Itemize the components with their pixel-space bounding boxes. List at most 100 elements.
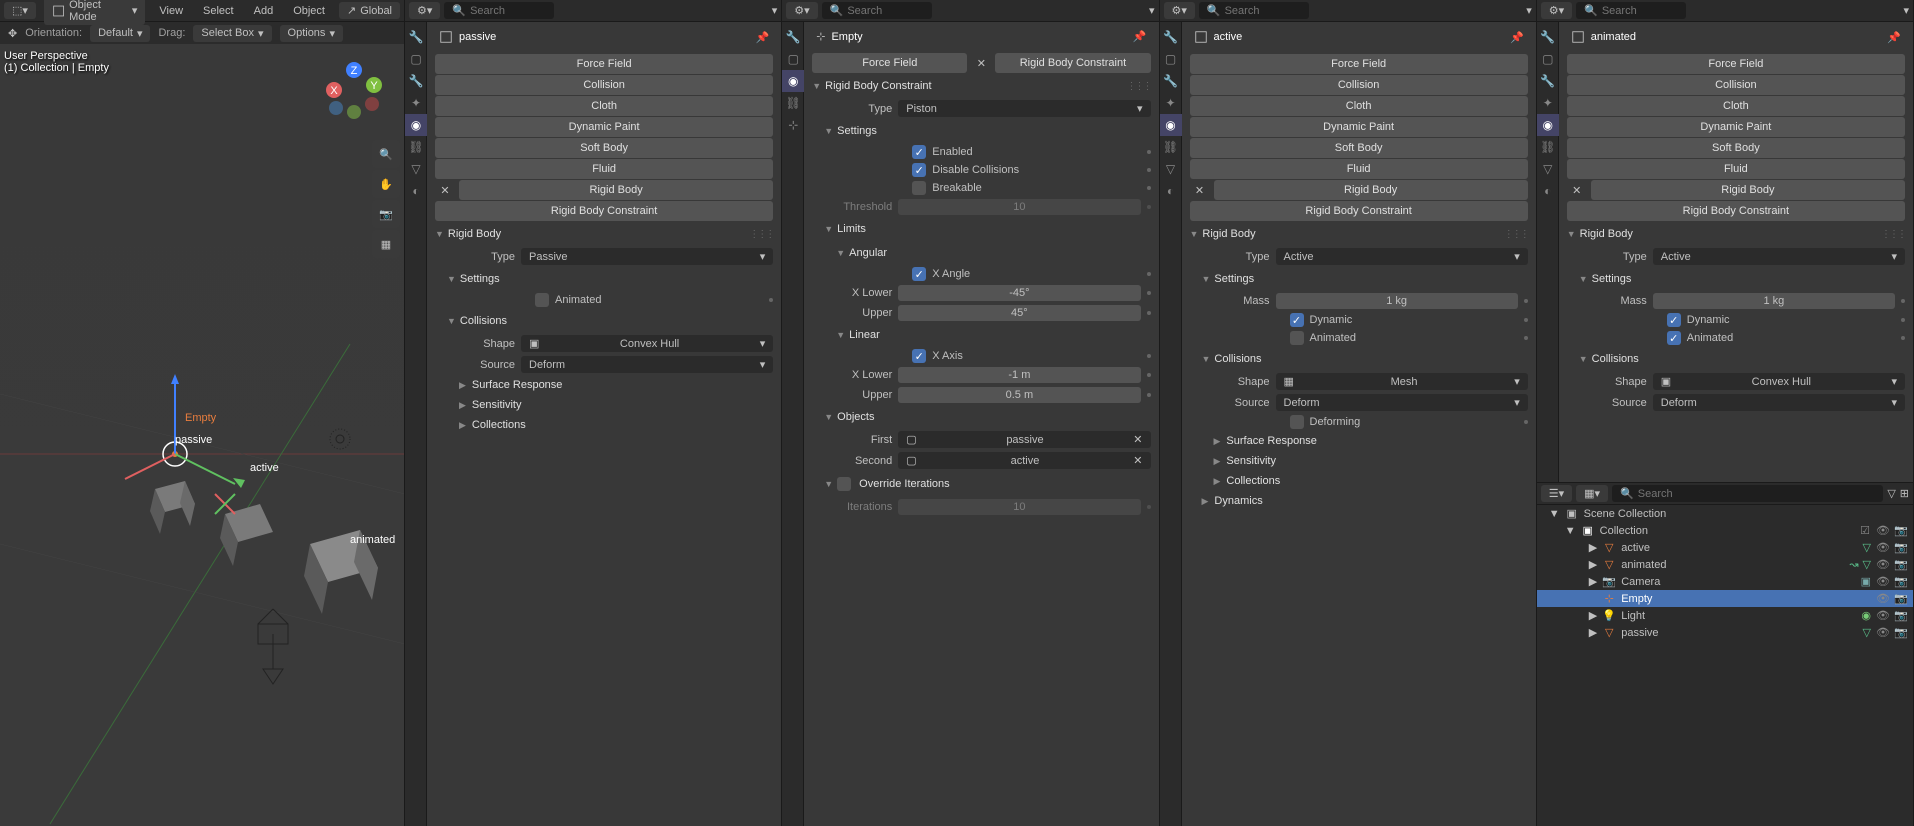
tab-tool-icon[interactable]: 🔧	[1537, 26, 1559, 48]
section-surface-response[interactable]: ▶Surface Response	[435, 375, 773, 395]
btn-rigid-body[interactable]: Rigid Body	[1591, 180, 1905, 200]
eye-icon[interactable]: 👁	[1875, 558, 1891, 571]
editor-icon[interactable]: ⚙▾	[409, 2, 440, 19]
animated-checkbox[interactable]: ✓	[1667, 331, 1681, 345]
eye-icon[interactable]: 👁	[1875, 524, 1891, 537]
outliner-item-passive[interactable]: ▶ ▽ passive ▽ 👁📷	[1537, 624, 1913, 641]
section-collisions[interactable]: ▼Collisions	[435, 309, 773, 333]
btn-dynamic-paint[interactable]: Dynamic Paint	[435, 117, 773, 137]
editor-icon[interactable]: ☰▾	[1541, 485, 1572, 502]
section-dynamics[interactable]: ▶Dynamics	[1190, 491, 1528, 511]
section-collisions[interactable]: ▼Collisions	[1567, 347, 1905, 371]
tab-particle-icon[interactable]: ✦	[1537, 92, 1559, 114]
btn-collision[interactable]: Collision	[1567, 75, 1905, 95]
render-icon[interactable]: 📷	[1893, 558, 1909, 571]
render-icon[interactable]: 📷	[1893, 609, 1909, 622]
options-icon[interactable]: ▾	[772, 4, 778, 17]
render-icon[interactable]: 📷	[1893, 575, 1909, 588]
shape-dropdown[interactable]: ▣ Convex Hull▾	[521, 335, 773, 352]
search-input[interactable]	[847, 5, 907, 17]
btn-force-field[interactable]: Force Field	[435, 54, 773, 74]
section-settings[interactable]: ▼Settings	[812, 119, 1150, 143]
enabled-checkbox[interactable]: ✓	[912, 145, 926, 159]
tab-wrench-icon[interactable]: 🔧	[1160, 70, 1182, 92]
section-sensitivity[interactable]: ▶Sensitivity	[435, 395, 773, 415]
drag-value[interactable]: Select Box ▾	[193, 25, 271, 42]
btn-collision[interactable]: Collision	[435, 75, 773, 95]
btn-cloth[interactable]: Cloth	[1190, 96, 1528, 116]
tab-data-icon[interactable]: ⊹	[782, 114, 804, 136]
tab-particle-icon[interactable]: ✦	[405, 92, 427, 114]
tab-material-icon[interactable]: ◐	[405, 180, 427, 202]
search-input[interactable]	[1638, 488, 1876, 500]
section-settings[interactable]: ▼Settings	[435, 267, 773, 291]
section-constraint[interactable]: ▼Rigid Body Constraint⋮⋮⋮	[812, 74, 1150, 98]
render-icon[interactable]: 📷	[1893, 592, 1909, 605]
menu-view[interactable]: View	[153, 3, 189, 19]
tab-constraint-icon[interactable]: ⛓	[782, 92, 804, 114]
eye-icon[interactable]: 👁	[1875, 609, 1891, 622]
btn-soft-body[interactable]: Soft Body	[1567, 138, 1905, 158]
animated-checkbox[interactable]	[535, 293, 549, 307]
tab-tool-icon[interactable]: 🔧	[405, 26, 427, 48]
mode-selector[interactable]: Object Mode ▾	[44, 0, 145, 25]
source-dropdown[interactable]: Deform▾	[1653, 394, 1905, 411]
animated-checkbox[interactable]	[1290, 331, 1304, 345]
section-settings[interactable]: ▼Settings	[1190, 267, 1528, 291]
second-dropdown[interactable]: ▢ active✕	[898, 452, 1150, 469]
tab-render-icon[interactable]: ▢	[1160, 48, 1182, 70]
pin-icon[interactable]: 📌	[1510, 31, 1524, 44]
section-surface-response[interactable]: ▶Surface Response	[1190, 431, 1528, 451]
checkbox-icon[interactable]: ☑	[1857, 524, 1873, 537]
render-icon[interactable]: 📷	[1893, 541, 1909, 554]
upper-value[interactable]: 45°	[898, 305, 1140, 321]
search-input[interactable]	[1602, 5, 1662, 17]
outliner-item-empty[interactable]: ▶ ⊹ Empty 👁📷	[1537, 590, 1913, 607]
section-collections[interactable]: ▶Collections	[1190, 471, 1528, 491]
tab-material-icon[interactable]: ◐	[1160, 180, 1182, 202]
x-angle-checkbox[interactable]: ✓	[912, 267, 926, 281]
tab-constraint-icon[interactable]: ⛓	[405, 136, 427, 158]
options-icon[interactable]: ▾	[1149, 4, 1155, 17]
tab-mesh-icon[interactable]: ▽	[1537, 158, 1559, 180]
options-icon[interactable]: ▾	[1526, 4, 1532, 17]
eye-icon[interactable]: 👁	[1875, 626, 1891, 639]
options-icon[interactable]: ▾	[1903, 4, 1909, 17]
btn-rigid-body[interactable]: Rigid Body	[1214, 180, 1528, 200]
search-box[interactable]: 🔍	[444, 2, 554, 19]
filter-icon[interactable]: ▽	[1887, 487, 1895, 500]
tab-particle-icon[interactable]: ✦	[1160, 92, 1182, 114]
viewport-3d[interactable]: ⬚▾ Object Mode ▾ View Select Add Object …	[0, 0, 405, 826]
tab-mesh-icon[interactable]: ▽	[405, 158, 427, 180]
source-dropdown[interactable]: Deform▾	[521, 356, 773, 373]
pin-icon[interactable]: 📌	[1887, 31, 1901, 44]
remove-icon[interactable]: ✕	[971, 53, 991, 73]
tab-constraint-icon[interactable]: ⛓	[1537, 136, 1559, 158]
options-dropdown[interactable]: Options ▾	[280, 25, 343, 42]
btn-cloth[interactable]: Cloth	[1567, 96, 1905, 116]
btn-force-field[interactable]: Force Field	[1567, 54, 1905, 74]
disable-collisions-checkbox[interactable]: ✓	[912, 163, 926, 177]
zoom-icon[interactable]: 🔍	[372, 140, 400, 168]
btn-fluid[interactable]: Fluid	[435, 159, 773, 179]
tab-tool-icon[interactable]: 🔧	[782, 26, 804, 48]
tab-render-icon[interactable]: ▢	[1537, 48, 1559, 70]
btn-force-field[interactable]: Force Field	[812, 53, 967, 73]
search-box[interactable]: 🔍	[1612, 485, 1883, 502]
type-dropdown[interactable]: Active▾	[1653, 248, 1905, 265]
outliner-item-active[interactable]: ▶ ▽ active ▽ 👁📷	[1537, 539, 1913, 556]
eye-icon[interactable]: 👁	[1875, 541, 1891, 554]
outliner-item-animated[interactable]: ▶ ▽ animated ↝ ▽ 👁📷	[1537, 556, 1913, 573]
section-objects[interactable]: ▼Objects	[812, 405, 1150, 429]
outliner-scene-collection[interactable]: ▼ ▣ Scene Collection	[1537, 505, 1913, 522]
btn-dynamic-paint[interactable]: Dynamic Paint	[1190, 117, 1528, 137]
editor-icon[interactable]: ⚙▾	[1541, 2, 1572, 19]
viewport-canvas[interactable]: Empty passive active animated	[0, 44, 404, 826]
section-override-iterations[interactable]: ▼Override Iterations	[812, 471, 1150, 497]
shape-dropdown[interactable]: ▣ Convex Hull▾	[1653, 373, 1905, 390]
tab-physics-icon[interactable]: ◉	[782, 70, 804, 92]
source-dropdown[interactable]: Deform▾	[1276, 394, 1528, 411]
remove-icon[interactable]: ✕	[435, 180, 455, 200]
type-dropdown[interactable]: Active▾	[1276, 248, 1528, 265]
navigation-gizmo[interactable]: Z Y X	[324, 60, 384, 120]
